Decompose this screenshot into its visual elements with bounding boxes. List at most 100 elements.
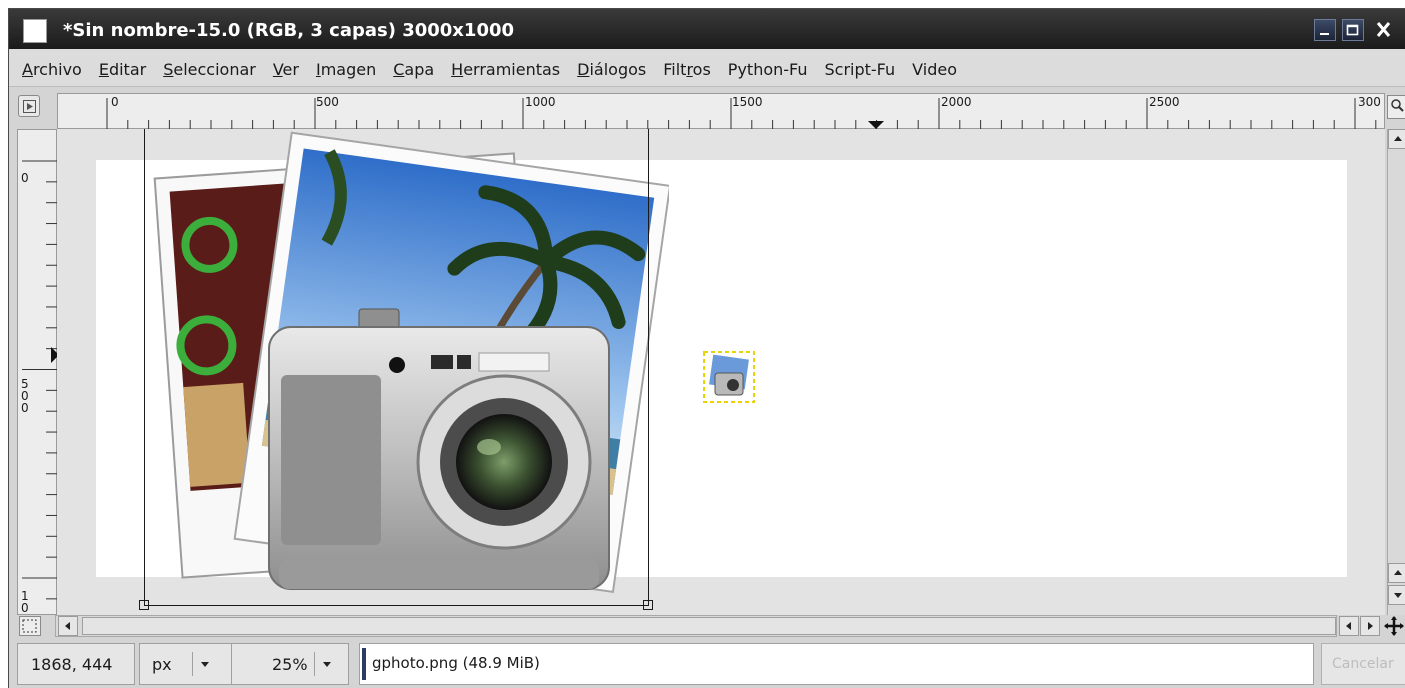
- scroll-right-button[interactable]: [1360, 616, 1380, 636]
- minimize-button[interactable]: [1314, 19, 1336, 41]
- menu-item-3[interactable]: Ver: [273, 60, 299, 79]
- move-cross-icon: [1384, 616, 1404, 636]
- menu-item-label: iálogos: [589, 60, 647, 79]
- horizontal-scrollbar[interactable]: [55, 615, 1337, 637]
- statusbar: 1868, 444 px 25% gphoto.png (48.9 MiB) C…: [9, 641, 1405, 688]
- close-button[interactable]: [1370, 19, 1405, 41]
- maximize-button[interactable]: [1342, 19, 1364, 41]
- vertical-scrollbar[interactable]: [1387, 129, 1405, 615]
- layer-boundary-left: [144, 129, 145, 605]
- menu-item-label: Script-Fu: [824, 60, 896, 79]
- menu-item-label: Python-Fu: [727, 60, 808, 79]
- menu-item-8[interactable]: Filtros: [663, 60, 711, 79]
- menu-item-mnemonic: H: [451, 60, 464, 79]
- menu-item-label: er: [282, 60, 299, 79]
- pointer-coordinates: 1868, 444: [17, 643, 135, 685]
- vruler-label-0: 0: [21, 171, 29, 185]
- menu-item-11[interactable]: Video: [912, 60, 957, 79]
- menu-item-mnemonic: D: [577, 60, 590, 79]
- menu-item-mnemonic: C: [393, 60, 405, 79]
- layer-boundary-right: [648, 129, 649, 605]
- hruler-label-2000: 2000: [941, 95, 972, 109]
- scroll-down-button[interactable]: [1388, 585, 1405, 605]
- menu-item-4[interactable]: Imagen: [316, 60, 376, 79]
- vertical-ruler[interactable]: 0 5 0 0 1 0: [17, 129, 58, 615]
- hruler-label-500: 500: [316, 95, 339, 109]
- transform-handle-bottom-right[interactable]: [643, 600, 653, 610]
- image-menu-button[interactable]: [18, 95, 40, 117]
- window-app-icon[interactable]: [23, 19, 47, 43]
- zoom-fit-button[interactable]: [1387, 95, 1405, 119]
- gphoto-layer[interactable]: [149, 129, 669, 599]
- pointer-coords-label: 1868, 444: [31, 655, 113, 674]
- menu-item-label: magen: [320, 60, 377, 79]
- menu-item-5[interactable]: Capa: [393, 60, 434, 79]
- status-message: gphoto.png (48.9 MiB): [359, 643, 1314, 685]
- menu-item-mnemonic: A: [22, 60, 33, 79]
- triangle-right-icon: [23, 100, 36, 113]
- arrow-up-icon-2: [1394, 570, 1402, 575]
- menu-item-10[interactable]: Script-Fu: [825, 60, 896, 79]
- progress-indicator: [362, 648, 366, 680]
- menu-item-mnemonic: S: [163, 60, 174, 79]
- menu-item-label: erramientas: [463, 60, 561, 79]
- arrow-left-icon: [65, 622, 70, 630]
- horizontal-scroll-thumb[interactable]: [82, 617, 1336, 635]
- menu-item-label: Video: [912, 60, 957, 79]
- menu-item-7[interactable]: Diálogos: [577, 60, 646, 79]
- image-canvas-area[interactable]: [57, 129, 1385, 615]
- arrow-right-icon: [1368, 622, 1373, 630]
- cancel-button[interactable]: Cancelar: [1321, 643, 1405, 685]
- close-icon: [1376, 22, 1391, 37]
- layer-boundary-bottom: [144, 605, 649, 606]
- zoom-selector[interactable]: 25%: [231, 643, 349, 685]
- vruler-label-1000: 1 0: [21, 589, 29, 615]
- scroll-left-button[interactable]: [58, 616, 78, 636]
- menu-item-1[interactable]: Editar: [99, 60, 146, 79]
- hruler-label-2500: 2500: [1149, 95, 1180, 109]
- menubar: Archivo Editar Seleccionar Ver Imagen Capa Her…: [9, 49, 1405, 87]
- menu-item-label: os: [692, 60, 711, 79]
- status-message-text: gphoto.png (48.9 MiB): [372, 654, 540, 672]
- scroll-up-button[interactable]: [1388, 129, 1405, 149]
- scroll-left-button-2[interactable]: [1339, 616, 1359, 636]
- menu-item-label: eleccionar: [173, 60, 256, 79]
- menu-item-mnemonic: E: [98, 60, 109, 79]
- menu-item-prefix: Filt: [663, 60, 687, 79]
- unit-selector[interactable]: px: [139, 643, 233, 685]
- minimize-icon: [1320, 33, 1329, 35]
- chevron-down-icon-2: [323, 662, 331, 667]
- menu-item-label: apa: [404, 60, 435, 79]
- horizontal-ruler[interactable]: 0 500 1000 1500 2000 2500 300: [57, 93, 1385, 129]
- navigate-button[interactable]: [1382, 615, 1405, 637]
- scroll-down-button-1[interactable]: [1388, 563, 1405, 583]
- menu-item-mnemonic: V: [272, 60, 283, 79]
- magnifier-icon: [1391, 99, 1404, 112]
- window-title: *Sin nombre-15.0 (RGB, 3 capas) 3000x100…: [63, 20, 515, 41]
- menu-item-0[interactable]: Archivo: [22, 60, 82, 79]
- quick-mask-toggle[interactable]: [19, 616, 41, 636]
- hruler-label-1500: 1500: [732, 95, 763, 109]
- arrow-down-icon: [1394, 593, 1402, 598]
- zoom-dropdown-arrow[interactable]: [314, 652, 340, 676]
- title-bar[interactable]: *Sin nombre-15.0 (RGB, 3 capas) 3000x100…: [9, 9, 1405, 49]
- maximize-icon: [1346, 24, 1359, 36]
- menu-item-label: ditar: [108, 60, 147, 79]
- hruler-label-1000: 1000: [525, 95, 556, 109]
- gimp-image-window: *Sin nombre-15.0 (RGB, 3 capas) 3000x100…: [8, 8, 1405, 688]
- arrow-left-icon-2: [1346, 622, 1351, 630]
- transform-handle-bottom-left[interactable]: [139, 600, 149, 610]
- menu-item-9[interactable]: Python-Fu: [728, 60, 808, 79]
- menu-item-label: rchivo: [32, 60, 82, 79]
- small-gphoto-layer[interactable]: [703, 351, 755, 403]
- menu-item-2[interactable]: Seleccionar: [163, 60, 256, 79]
- unit-label: px: [152, 655, 172, 674]
- menu-item-6[interactable]: Herramientas: [451, 60, 560, 79]
- cancel-button-label: Cancelar: [1332, 656, 1394, 672]
- arrow-up-icon: [1394, 136, 1402, 141]
- quick-mask-icon: [22, 619, 37, 633]
- vruler-label-500: 5 0 0: [21, 377, 29, 415]
- unit-dropdown-arrow[interactable]: [192, 652, 218, 676]
- hruler-label-300: 300: [1358, 95, 1381, 109]
- hruler-label-0: 0: [111, 95, 119, 109]
